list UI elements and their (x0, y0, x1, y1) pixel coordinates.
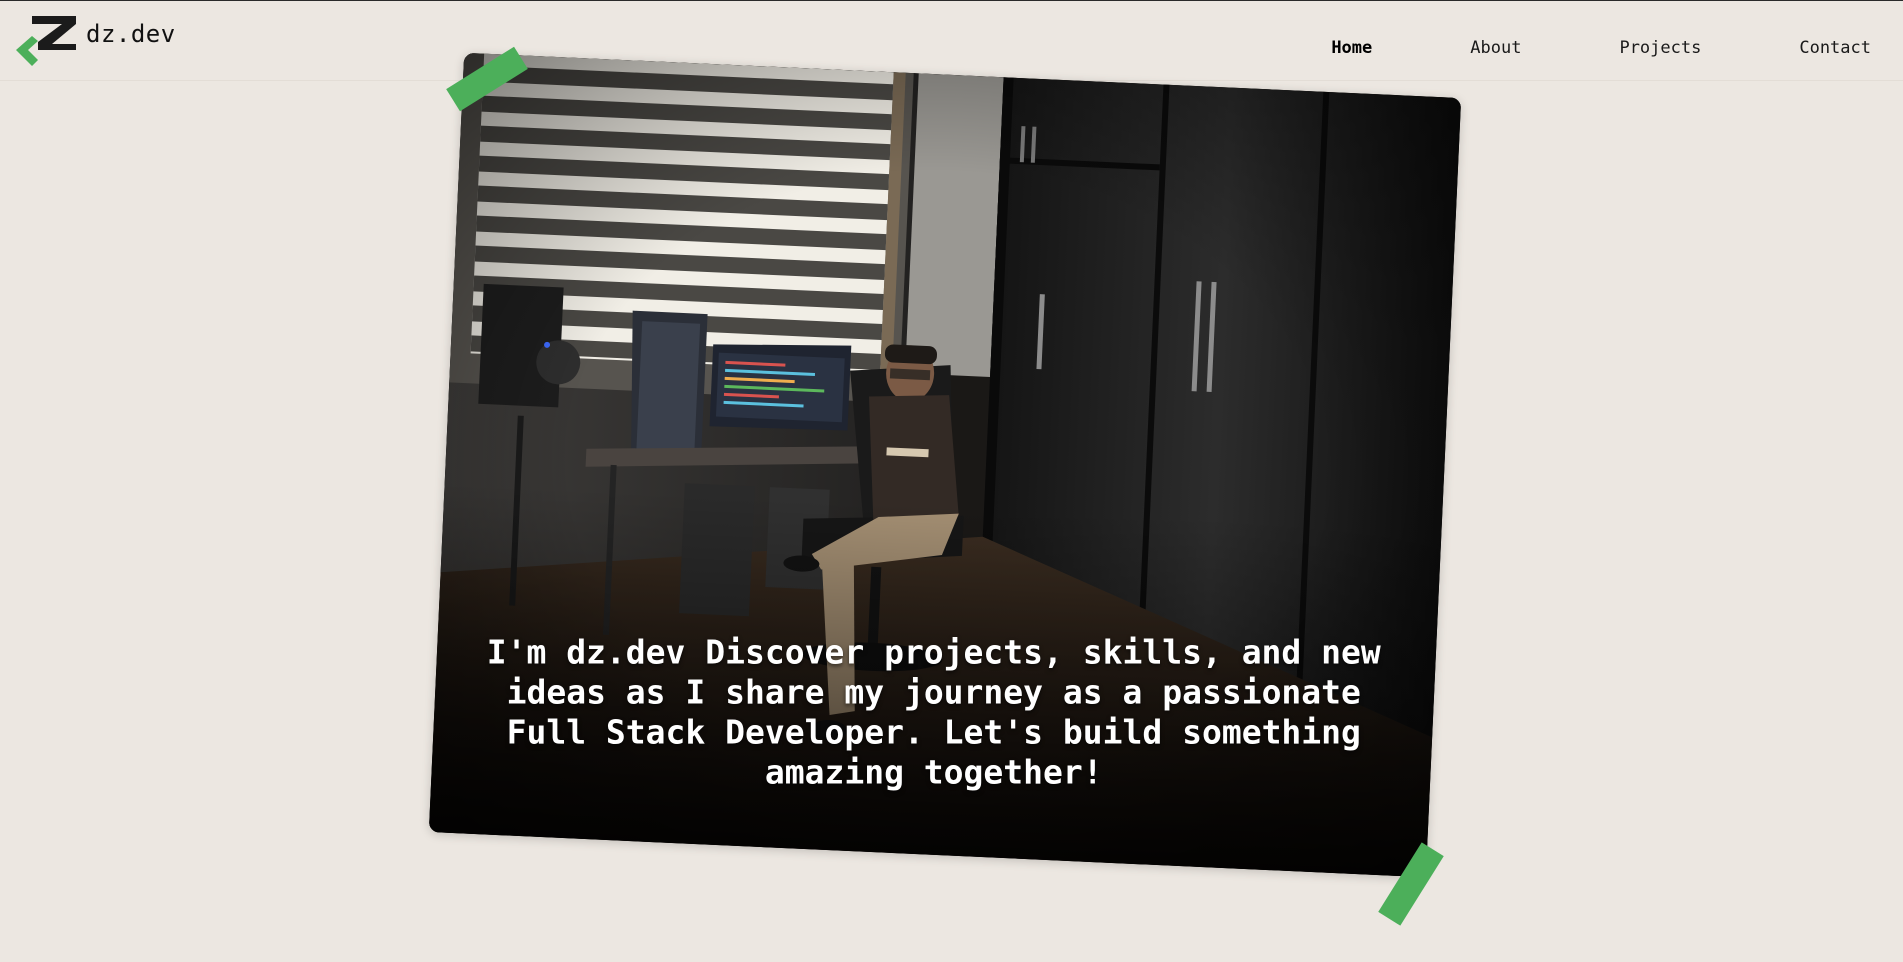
main-nav: Home About Projects Contact (1233, 38, 1871, 58)
logo-link[interactable]: dz.dev (14, 14, 176, 66)
nav-home[interactable]: Home (1331, 38, 1372, 58)
nav-about[interactable]: About (1470, 38, 1521, 58)
brand-name: dz.dev (86, 20, 176, 48)
hero-photo: I'm dz.dev Discover projects, skills, an… (428, 52, 1462, 878)
hero-tagline: I'm dz.dev Discover projects, skills, an… (486, 632, 1381, 792)
nav-projects[interactable]: Projects (1619, 38, 1701, 58)
site-header: dz.dev Home About Projects Contact (0, 0, 1903, 81)
nav-contact[interactable]: Contact (1799, 38, 1871, 58)
dz-logo-icon (14, 14, 78, 66)
page: dz.dev Home About Projects Contact I'm d… (0, 0, 1903, 962)
